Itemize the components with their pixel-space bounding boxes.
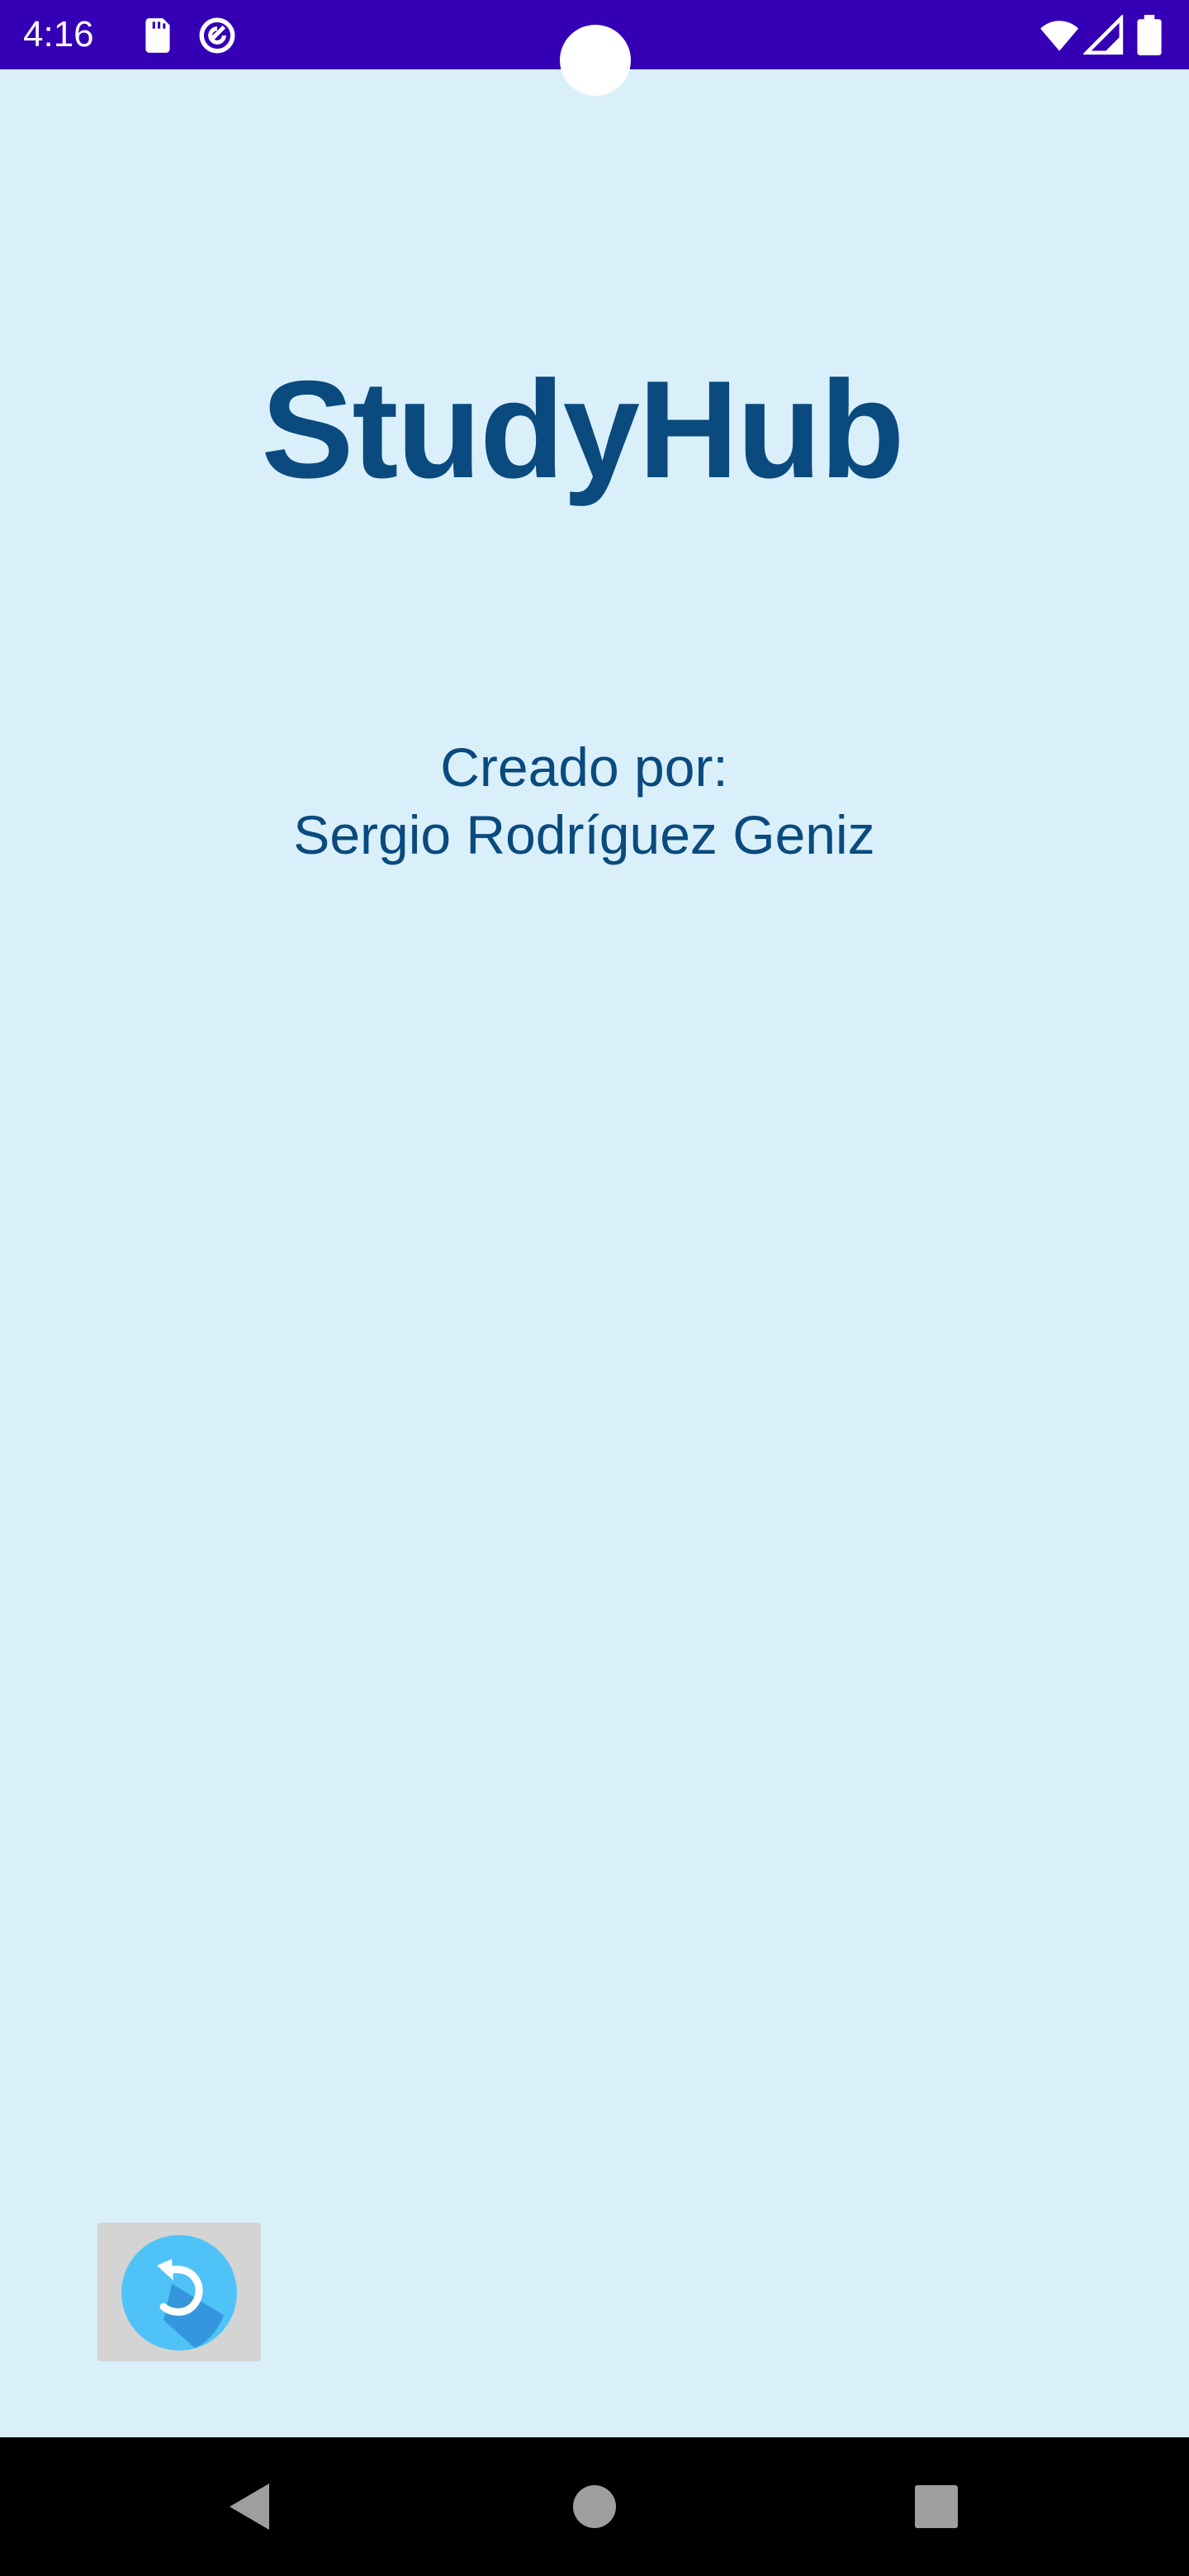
navigation-bar (0, 2437, 1189, 2576)
nav-back-button[interactable] (180, 2437, 319, 2576)
battery-icon (1133, 15, 1166, 56)
credits-label: Creado por: (440, 736, 728, 798)
author-name: Sergio Rodríguez Geniz (293, 804, 875, 865)
camera-cutout (560, 25, 631, 96)
credits-block: Creado por: Sergio Rodríguez Geniz (0, 733, 1189, 869)
app-title: StudyHub (261, 352, 904, 507)
undo-arrow-icon (121, 2235, 237, 2351)
home-circle-icon (573, 2485, 616, 2528)
nav-recents-button[interactable] (867, 2437, 1006, 2576)
signal-icon (1082, 13, 1125, 56)
recents-square-icon (915, 2485, 958, 2528)
back-triangle-icon (230, 2484, 269, 2530)
sd-card-icon (137, 15, 178, 56)
wifi-icon (1039, 15, 1080, 56)
data-saver-icon (197, 15, 238, 56)
nav-home-button[interactable] (525, 2437, 664, 2576)
status-time: 4:16 (23, 14, 94, 54)
app-screen: 4:16 StudyHub Creado por: Sergio Rodrígu… (0, 0, 1189, 2576)
back-button[interactable] (97, 2223, 261, 2361)
